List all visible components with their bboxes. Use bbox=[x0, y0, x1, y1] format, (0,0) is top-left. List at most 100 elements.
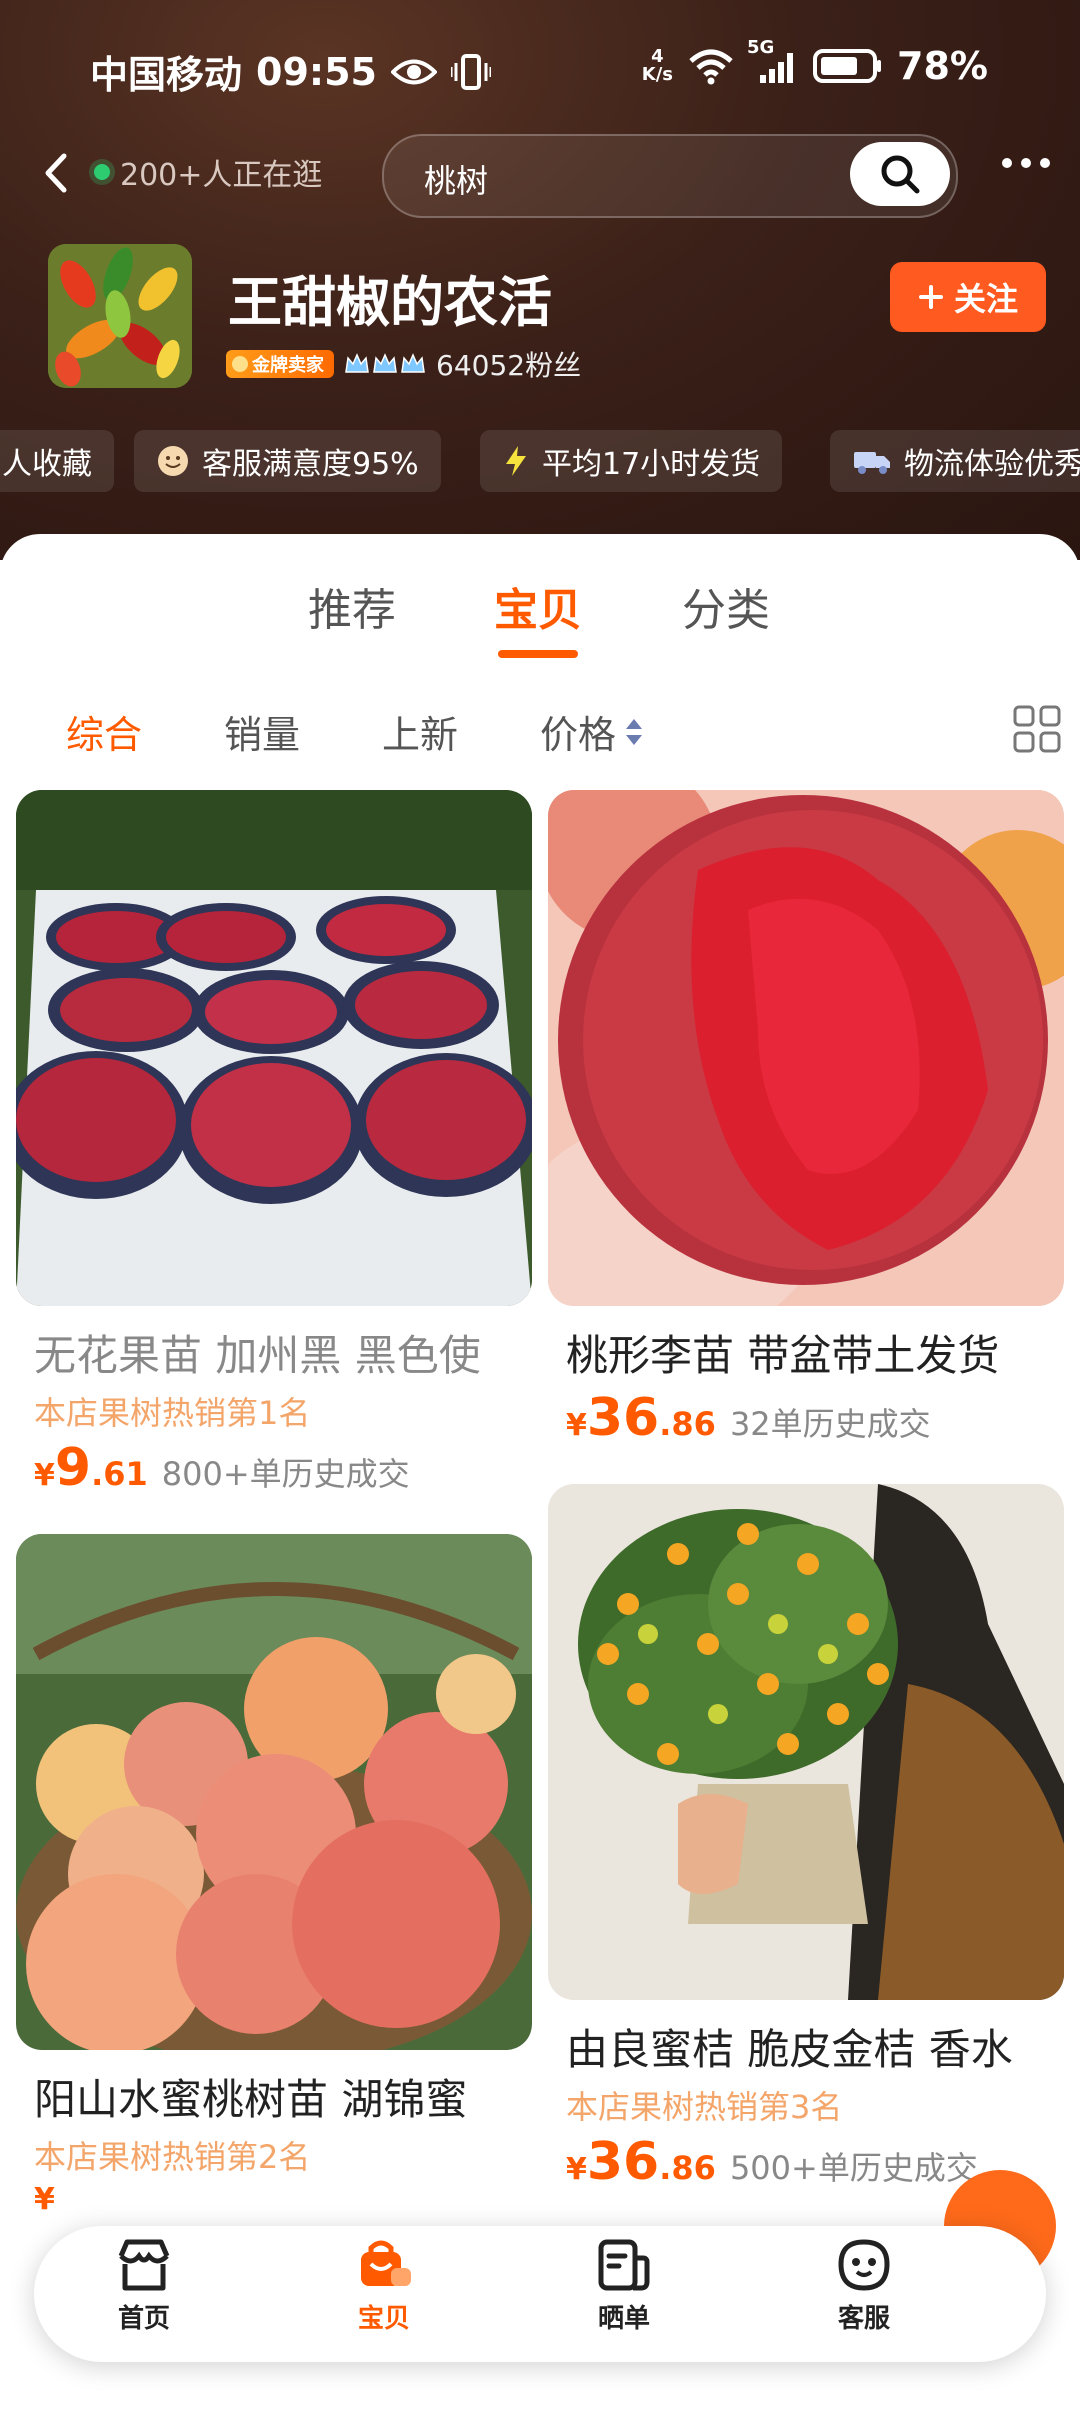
nav-products-label: 宝贝 bbox=[357, 2304, 410, 2334]
carrier-name: 中国移动 bbox=[90, 53, 243, 97]
wifi-icon bbox=[687, 47, 735, 85]
plus-icon bbox=[918, 285, 943, 309]
product-price-row: ¥9.61 800+单历史成交 bbox=[34, 1438, 410, 1498]
product-title: 阳山水蜜桃树苗 湖锦蜜 bbox=[34, 2075, 468, 2124]
shop-highlights: 人收藏 客服满意度95% 平均17小时发货 物流体验优秀 bbox=[0, 430, 1080, 494]
product-rank: 本店果树热销第3名 bbox=[566, 2088, 843, 2126]
product-title: 由良蜜桔 脆皮金桔 香水 bbox=[566, 2025, 1013, 2074]
vibrate-icon bbox=[450, 53, 491, 91]
tab-recommend[interactable]: 推荐 bbox=[308, 574, 396, 638]
top-nav: 200+人正在逛 桃树 bbox=[0, 130, 1080, 218]
product-card[interactable]: 阳山水蜜桃树苗 湖锦蜜 本店果树热销第2名 ¥ bbox=[16, 1534, 532, 2217]
bottom-nav: 首页 宝贝 晒单 客服 bbox=[34, 2226, 1046, 2362]
product-image-plum[interactable] bbox=[548, 790, 1064, 1306]
crown-icon bbox=[401, 353, 425, 373]
search-icon bbox=[881, 155, 920, 194]
nav-support-label: 客服 bbox=[837, 2304, 890, 2334]
shop-info: 王甜椒的农活 金牌卖家 64052粉丝 关注 bbox=[0, 240, 1080, 390]
dot-icon bbox=[1002, 158, 1012, 168]
live-visitors: 200+人正在逛 bbox=[94, 150, 322, 194]
nav-support[interactable]: 客服 bbox=[794, 2234, 934, 2335]
nav-reviews-label: 晒单 bbox=[597, 2304, 650, 2334]
product-price: ¥36.86 bbox=[566, 2132, 716, 2192]
product-rank: 本店果树热销第1名 bbox=[34, 1394, 311, 1432]
net-speed: 4 K/s bbox=[641, 46, 674, 85]
product-title: 桃形李苗 带盆带土发货 bbox=[566, 1331, 1000, 1380]
nav-home-label: 首页 bbox=[117, 2304, 170, 2334]
chevron-left-icon bbox=[45, 153, 67, 193]
review-card-icon bbox=[598, 2239, 650, 2291]
product-price-row: ¥36.86 500+单历史成交 bbox=[566, 2132, 978, 2192]
medal-icon bbox=[232, 356, 248, 372]
cellular-signal-icon: 5G bbox=[747, 37, 799, 85]
product-sold-count: 500+单历史成交 bbox=[729, 2149, 978, 2187]
highlight-chip[interactable]: 物流体验优秀 bbox=[830, 430, 1080, 492]
product-price: ¥36.86 bbox=[566, 1388, 716, 1448]
product-price-row: ¥36.86 32单历史成交 bbox=[566, 1388, 931, 1448]
smile-icon bbox=[158, 446, 188, 476]
sort-price[interactable]: 价格 bbox=[540, 704, 644, 759]
nav-products[interactable]: 宝贝 bbox=[314, 2234, 454, 2335]
shop-name: 王甜椒的农活 bbox=[228, 271, 552, 334]
product-sold-count: 800+单历史成交 bbox=[161, 1455, 410, 1493]
shop-tabs: 推荐 宝贝 分类 bbox=[0, 574, 1080, 664]
product-card[interactable]: 桃形李苗 带盆带土发货 ¥36.86 32单历史成交 bbox=[548, 790, 1064, 1448]
highlight-chip[interactable]: 客服满意度95% bbox=[134, 430, 441, 492]
search-query: 桃树 bbox=[424, 162, 489, 200]
gold-seller-badge: 金牌卖家 bbox=[226, 350, 334, 378]
live-visitors-text: 200+人正在逛 bbox=[120, 158, 323, 193]
product-image-kumquat[interactable] bbox=[548, 1484, 1064, 2000]
dot-icon bbox=[1040, 158, 1050, 168]
dot-icon bbox=[1021, 158, 1031, 168]
product-card[interactable]: 无花果苗 加州黑 黑色使 本店果树热销第1名 ¥9.61 800+单历史成交 bbox=[16, 790, 532, 1498]
back-button[interactable] bbox=[34, 150, 80, 196]
battery-percent: 78% bbox=[897, 44, 988, 88]
product-rank: 本店果树热销第2名 bbox=[34, 2138, 311, 2176]
battery-icon bbox=[813, 47, 883, 85]
status-bar: 中国移动 09:55 4 K/s 5G 78% bbox=[0, 37, 1080, 100]
storefront-icon bbox=[118, 2239, 170, 2291]
clock: 09:55 bbox=[256, 49, 377, 94]
follow-label: 关注 bbox=[953, 280, 1018, 318]
product-sold-count: 32单历史成交 bbox=[729, 1405, 931, 1443]
shop-header: 中国移动 09:55 4 K/s 5G 78% 200+人正在逛 桃树 王甜椒的… bbox=[0, 0, 1080, 560]
service-face-icon bbox=[838, 2239, 890, 2291]
tab-category[interactable]: 分类 bbox=[682, 574, 770, 638]
eye-icon bbox=[390, 57, 437, 87]
sort-sales[interactable]: 销量 bbox=[224, 704, 300, 759]
shop-meta: 金牌卖家 64052粉丝 bbox=[226, 344, 581, 384]
live-dot-icon bbox=[94, 164, 110, 180]
lightning-icon bbox=[506, 446, 526, 476]
crown-rating bbox=[344, 352, 426, 376]
shopping-bag-icon bbox=[361, 2240, 411, 2286]
nav-home[interactable]: 首页 bbox=[74, 2234, 214, 2335]
active-tab-indicator bbox=[498, 650, 578, 658]
nav-reviews[interactable]: 晒单 bbox=[554, 2234, 694, 2335]
crown-icon bbox=[373, 353, 397, 373]
highlight-chip[interactable]: 平均17小时发货 bbox=[480, 430, 783, 492]
highlight-chip[interactable]: 人收藏 bbox=[0, 430, 114, 492]
layout-toggle-button[interactable] bbox=[1012, 704, 1062, 758]
follow-button[interactable]: 关注 bbox=[890, 262, 1046, 332]
shop-logo[interactable] bbox=[48, 244, 192, 388]
product-price: ¥9.61 bbox=[34, 1438, 148, 1498]
product-image-fig[interactable] bbox=[16, 790, 532, 1306]
crown-icon bbox=[345, 353, 369, 373]
search-input[interactable]: 桃树 bbox=[382, 134, 958, 218]
sort-newest[interactable]: 上新 bbox=[382, 704, 458, 759]
product-card[interactable]: 由良蜜桔 脆皮金桔 香水 本店果树热销第3名 ¥36.86 500+单历史成交 bbox=[548, 1484, 1064, 2204]
product-title: 无花果苗 加州黑 黑色使 bbox=[34, 1331, 481, 1380]
more-options-button[interactable] bbox=[1002, 158, 1050, 168]
product-price: ¥ bbox=[34, 2182, 55, 2217]
truck-icon bbox=[854, 452, 890, 474]
product-image-peach[interactable] bbox=[16, 1534, 532, 2050]
product-panel: 推荐 宝贝 分类 综合 销量 上新 价格 无花果苗 加州黑 黑色使 本店果树热销… bbox=[0, 534, 1080, 2412]
fan-count: 64052粉丝 bbox=[436, 349, 582, 382]
sort-arrows-icon bbox=[626, 718, 643, 745]
tab-products[interactable]: 宝贝 bbox=[494, 574, 582, 638]
product-price-row: ¥ bbox=[34, 2182, 55, 2217]
sort-bar: 综合 销量 上新 价格 bbox=[0, 694, 1080, 764]
search-button[interactable] bbox=[850, 142, 950, 206]
grid-view-icon bbox=[1013, 705, 1061, 753]
sort-default[interactable]: 综合 bbox=[66, 704, 142, 759]
